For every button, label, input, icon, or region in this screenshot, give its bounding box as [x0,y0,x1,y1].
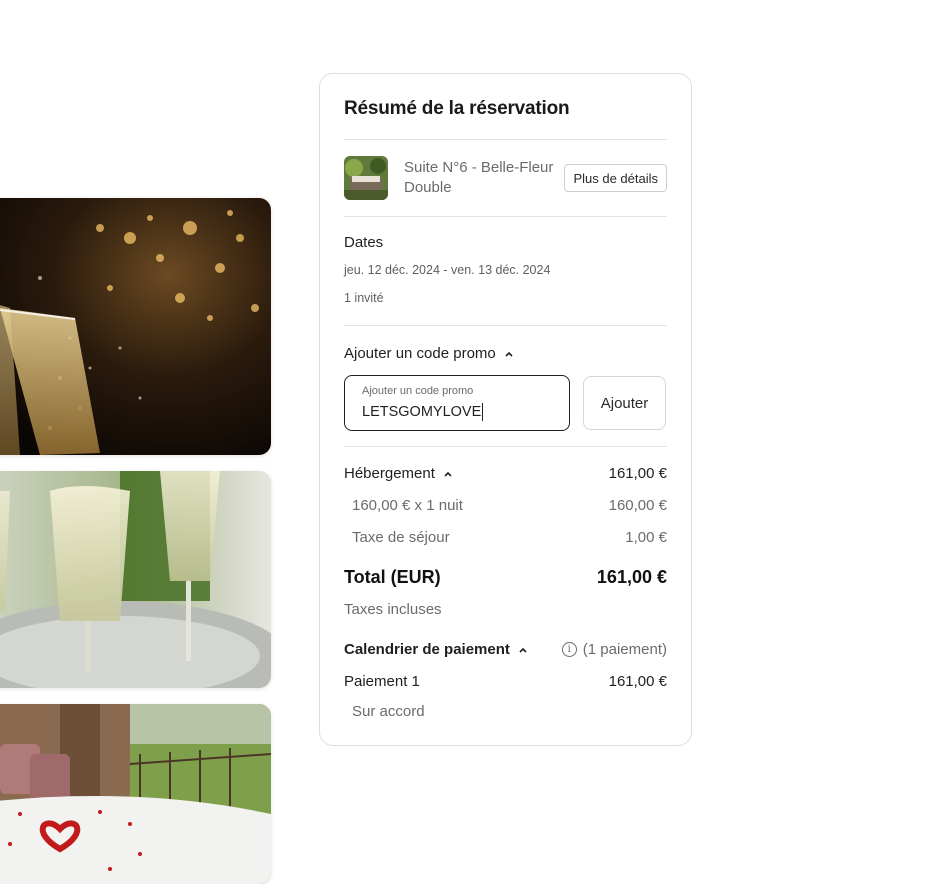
payment-amount: 161,00 € [608,673,667,690]
line-item-amount: 1,00 € [625,529,667,546]
dates-label: Dates [344,234,384,251]
taxes-note: Taxes incluses [344,601,442,618]
payment-schedule-label: Calendrier de paiement [344,641,510,658]
promo-code-input[interactable]: Ajouter un code promo LETSGOMYLOVE [344,375,570,431]
payment-row: Paiement 1 161,00 € [344,673,667,690]
payment-note-row: Sur accord [344,703,667,720]
promo-toggle-label: Ajouter un code promo [344,345,496,362]
payment-count-info[interactable]: i (1 paiement) [561,641,667,658]
divider [344,325,667,326]
total-amount: 161,00 € [596,567,667,587]
total-label: Total (EUR) [344,567,441,587]
line-item-amount: 160,00 € [608,497,667,514]
payment-count: (1 paiement) [582,641,667,658]
chevron-up-icon [505,351,513,357]
more-details-button[interactable]: Plus de détails [564,164,667,192]
champagne-bokeh-image[interactable] [0,198,271,455]
apply-promo-button[interactable]: Ajouter [583,376,666,430]
divider [344,139,667,140]
booking-summary-panel: Résumé de la réservation Suite N°6 - Bel… [319,73,692,746]
payment-schedule-toggle[interactable]: Calendrier de paiement [344,641,528,658]
line-item-row: Taxe de séjour 1,00 € [344,529,667,546]
champagne-flutes-image[interactable] [0,471,271,688]
line-item-label: Taxe de séjour [352,529,450,546]
promo-field-label: Ajouter un code promo [362,385,474,397]
chevron-up-icon [519,647,527,653]
info-icon: i [561,642,577,657]
guest-count: 1 invité [344,291,384,305]
summary-title: Résumé de la réservation [344,98,570,119]
promo-code-toggle[interactable]: Ajouter un code promo [344,345,514,362]
divider [344,446,667,447]
dates-range: jeu. 12 déc. 2024 - ven. 13 déc. 2024 [344,263,551,277]
accommodation-amount: 161,00 € [608,465,667,482]
payment-label: Paiement 1 [344,673,420,690]
chevron-up-icon [444,471,452,477]
payment-schedule-row: Calendrier de paiement i (1 paiement) [344,641,667,658]
room-thumbnail [344,156,388,200]
total-row: Total (EUR) 161,00 € [344,567,667,588]
accommodation-toggle[interactable]: Hébergement [344,465,453,482]
payment-note: Sur accord [352,703,425,720]
line-item-label: 160,00 € x 1 nuit [352,497,463,514]
room-name: Suite N°6 - Belle-Fleur Double [404,159,554,196]
accommodation-row: Hébergement 161,00 € [344,465,667,482]
taxes-note-row: Taxes incluses [344,601,667,618]
line-item-row: 160,00 € x 1 nuit 160,00 € [344,497,667,514]
promo-field-value[interactable]: LETSGOMYLOVE [362,403,484,421]
divider [344,216,667,217]
romantic-bedroom-image[interactable] [0,704,271,884]
accommodation-label: Hébergement [344,465,435,482]
